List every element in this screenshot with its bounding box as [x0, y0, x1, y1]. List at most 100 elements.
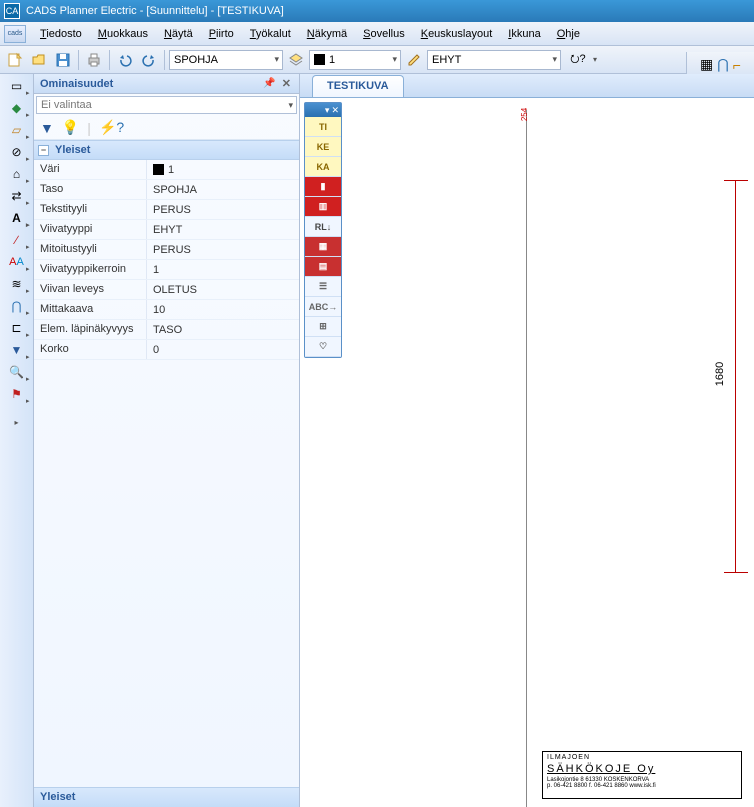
property-name: Viivan leveys	[34, 280, 146, 299]
open-button[interactable]	[28, 49, 50, 71]
property-row[interactable]: TasoSPOHJA	[34, 180, 299, 200]
property-value[interactable]: 1	[146, 160, 299, 179]
title-text: CADS Planner Electric - [Suunnittelu] - …	[26, 5, 284, 17]
rect-icon[interactable]: ▭	[5, 76, 29, 96]
pin-icon[interactable]: 📌	[259, 78, 279, 89]
format-icon[interactable]: AA	[5, 252, 29, 272]
line-tool-icon[interactable]: ∕	[5, 230, 29, 250]
cursor-help-icon[interactable]: ⭮?	[567, 49, 589, 71]
palette-item[interactable]: ▮	[305, 177, 341, 197]
save-button[interactable]	[52, 49, 74, 71]
pencil-icon[interactable]	[403, 49, 425, 71]
dimension-line	[735, 180, 736, 572]
grid-icon[interactable]: ▦	[700, 56, 713, 73]
menu-mini-button[interactable]: cads	[4, 25, 26, 43]
clip-icon[interactable]: ⊏	[5, 318, 29, 338]
panel-title: Ominaisuudet	[40, 78, 113, 90]
property-row[interactable]: TekstityyliPERUS	[34, 200, 299, 220]
property-row[interactable]: Korko0	[34, 340, 299, 360]
menu-keskuslayout[interactable]: Keuskuslayout	[413, 25, 501, 43]
color-combo[interactable]: 1	[309, 50, 401, 70]
hatch-icon[interactable]: ≋	[5, 274, 29, 294]
toolbar-expand-icon[interactable]: ▸	[5, 412, 29, 432]
palette-item[interactable]: ☰	[305, 277, 341, 297]
property-row[interactable]: Viivatyyppikerroin1	[34, 260, 299, 280]
property-value[interactable]: 0	[146, 340, 299, 359]
menu-piirto[interactable]: Piirto	[201, 25, 242, 43]
palette-item[interactable]: KA	[305, 157, 341, 177]
zoom-icon[interactable]: 🔍	[5, 362, 29, 382]
property-value[interactable]: OLETUS	[146, 280, 299, 299]
palette-menu-icon[interactable]: ▾	[325, 105, 330, 116]
property-name: Korko	[34, 340, 146, 359]
property-name: Viivatyyppi	[34, 220, 146, 239]
menu-tiedosto[interactable]: Tiedosto	[32, 25, 90, 43]
group-header[interactable]: − Yleiset	[34, 140, 299, 160]
property-value[interactable]: 1	[146, 260, 299, 279]
angle-icon[interactable]: ⌐	[733, 57, 741, 73]
property-value[interactable]: 10	[146, 300, 299, 319]
palette-item[interactable]: ▦	[305, 237, 341, 257]
tool-palette[interactable]: ▾ ✕ TIKEKA▮▥RL↓▦▤☰ABC→⊞♡	[304, 102, 342, 358]
layers-tool-icon[interactable]: ◆	[5, 98, 29, 118]
link-tool-icon[interactable]: ⊘	[5, 142, 29, 162]
property-row[interactable]: ViivatyyppiEHYT	[34, 220, 299, 240]
filter-icon[interactable]: ▼	[5, 340, 29, 360]
property-row[interactable]: Viivan leveysOLETUS	[34, 280, 299, 300]
layer-combo[interactable]: SPOHJA	[169, 50, 283, 70]
print-button[interactable]	[83, 49, 105, 71]
property-value[interactable]: SPOHJA	[146, 180, 299, 199]
property-name: Taso	[34, 180, 146, 199]
palette-item[interactable]: RL↓	[305, 217, 341, 237]
menu-ohje[interactable]: Ohje	[549, 25, 588, 43]
collapse-icon[interactable]: −	[38, 145, 49, 156]
linetype-combo[interactable]: EHYT	[427, 50, 561, 70]
undo-button[interactable]	[114, 49, 136, 71]
palette-item[interactable]: ⊞	[305, 317, 341, 337]
palette-item[interactable]: ▥	[305, 197, 341, 217]
panel-help-icon[interactable]: ⚡?	[99, 119, 124, 136]
properties-panel: Ominaisuudet 📌 ✕ Ei valintaa ▼ 💡 | ⚡? − …	[34, 74, 300, 807]
property-row[interactable]: Mittakaava10	[34, 300, 299, 320]
flag-icon[interactable]: ⚑	[5, 384, 29, 404]
property-name: Tekstityyli	[34, 200, 146, 219]
property-row[interactable]: Väri1	[34, 160, 299, 180]
doc-tab[interactable]: TESTIKUVA	[312, 75, 404, 97]
palette-header[interactable]: ▾ ✕	[305, 103, 341, 117]
snap-icon[interactable]: ⋂	[717, 56, 728, 73]
property-value[interactable]: EHYT	[146, 220, 299, 239]
menu-nayta[interactable]: Näytä	[156, 25, 201, 43]
palette-item[interactable]: KE	[305, 137, 341, 157]
palette-item[interactable]: ♡	[305, 337, 341, 357]
menu-muokkaus[interactable]: Muokkaus	[90, 25, 156, 43]
panel-filter-icon[interactable]: ▼	[40, 120, 54, 136]
paint-tool-icon[interactable]: ▱	[5, 120, 29, 140]
palette-item[interactable]: ▤	[305, 257, 341, 277]
arrows-icon[interactable]: ⇄	[5, 186, 29, 206]
drawing-canvas[interactable]: 254 ▾ ✕ TIKEKA▮▥RL↓▦▤☰ABC→⊞♡ 1680 ILMAJO…	[300, 98, 754, 807]
layers-icon[interactable]	[285, 49, 307, 71]
new-button[interactable]	[4, 49, 26, 71]
menu-tyokalut[interactable]: Työkalut	[242, 25, 299, 43]
group-label: Yleiset	[55, 144, 90, 156]
selection-combo[interactable]: Ei valintaa	[36, 96, 297, 114]
dimension-cap-top	[724, 180, 748, 181]
panel-close-icon[interactable]: ✕	[280, 77, 293, 90]
house-icon[interactable]: ⌂	[5, 164, 29, 184]
property-row[interactable]: Elem. läpinäkyvyysTASO	[34, 320, 299, 340]
menu-nakyma[interactable]: Näkymä	[299, 25, 355, 43]
palette-item[interactable]: TI	[305, 117, 341, 137]
text-icon[interactable]: A	[5, 208, 29, 228]
redo-button[interactable]	[138, 49, 160, 71]
toolbar-overflow-icon[interactable]: ▾	[593, 55, 597, 64]
panel-info-icon[interactable]: 💡	[62, 119, 79, 136]
property-row[interactable]: MitoitustyyliPERUS	[34, 240, 299, 260]
magnet-icon[interactable]: ⋂	[5, 296, 29, 316]
property-value[interactable]: PERUS	[146, 200, 299, 219]
palette-item[interactable]: ABC→	[305, 297, 341, 317]
property-value[interactable]: TASO	[146, 320, 299, 339]
menu-ikkuna[interactable]: Ikkuna	[500, 25, 548, 43]
property-value[interactable]: PERUS	[146, 240, 299, 259]
menu-sovellus[interactable]: Sovellus	[355, 25, 413, 43]
palette-close-icon[interactable]: ✕	[331, 105, 339, 116]
